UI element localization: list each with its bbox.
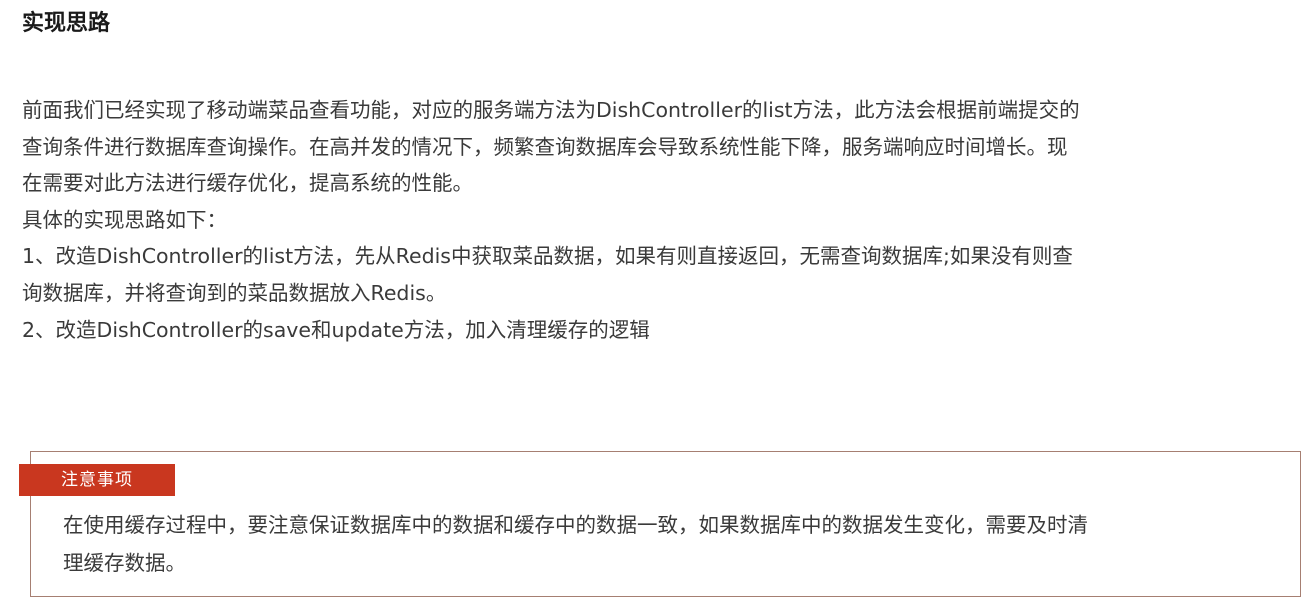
paragraph-line: 查询条件进行数据库查询操作。在高并发的情况下，频繁查询数据库会导致系统性能下降，…	[22, 134, 1068, 159]
paragraph-line: 在需要对此方法进行缓存优化，提高系统的性能。	[22, 171, 473, 196]
notice-box: 注意事项 在使用缓存过程中，要注意保证数据库中的数据和缓存中的数据一致，如果数据…	[19, 451, 1301, 597]
intro-paragraph: 前面我们已经实现了移动端菜品查看功能，对应的服务端方法为DishControll…	[22, 92, 1282, 348]
paragraph-line: 询数据库，并将查询到的菜品数据放入Redis。	[22, 280, 447, 305]
notice-line: 理缓存数据。	[63, 551, 186, 575]
notice-text: 在使用缓存过程中，要注意保证数据库中的数据和缓存中的数据一致，如果数据库中的数据…	[63, 506, 1273, 582]
section-heading: 实现思路	[22, 11, 111, 36]
notice-line: 在使用缓存过程中，要注意保证数据库中的数据和缓存中的数据一致，如果数据库中的数据…	[63, 513, 1088, 537]
paragraph-line: 具体的实现思路如下：	[22, 207, 227, 232]
paragraph-line: 前面我们已经实现了移动端菜品查看功能，对应的服务端方法为DishControll…	[22, 98, 1080, 122]
paragraph-line: 2、改造DishController的save和update方法，加入清理缓存的…	[22, 317, 650, 342]
notice-tag: 注意事项	[19, 464, 175, 496]
paragraph-line: 1、改造DishController的list方法，先从Redis中获取菜品数据…	[22, 244, 1073, 269]
